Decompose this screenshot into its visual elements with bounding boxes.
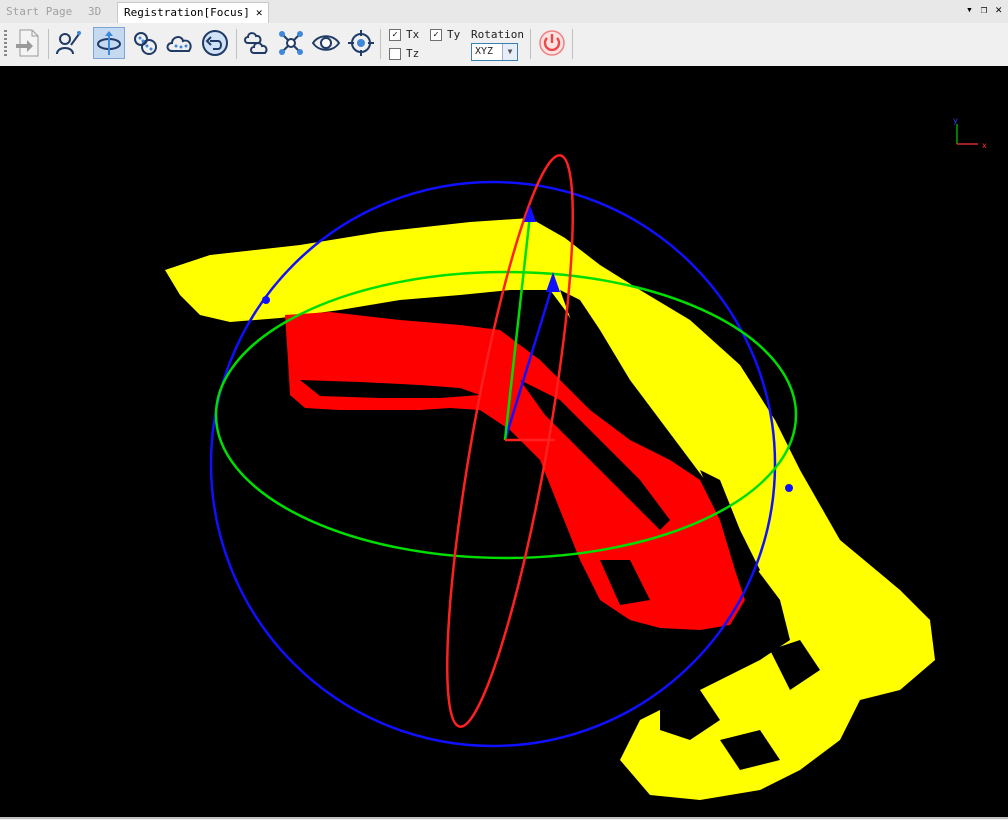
point-cloud-dots-button[interactable] (129, 27, 161, 59)
rotation-value: XYZ (475, 46, 494, 57)
tab-label: 3D (88, 5, 102, 18)
chevron-down-icon[interactable]: ▼ (502, 44, 517, 60)
nodes-icon (279, 31, 303, 55)
power-icon (539, 30, 565, 56)
gizmo-ring-handle[interactable] (262, 296, 270, 304)
document-tab-bar: Start Page 3D Registration[Focus] ✕ ▾ ❐ ✕ (0, 0, 1008, 24)
toolbar-separator (530, 29, 531, 59)
cloud-button[interactable] (164, 27, 196, 59)
toolbar-separator (380, 29, 381, 59)
dropdown-icon[interactable]: ▾ (966, 3, 973, 16)
tz-label: Tz (406, 47, 420, 60)
select-points-button[interactable] (52, 27, 84, 59)
toolbar-separator (48, 29, 49, 59)
undo-icon (202, 30, 228, 56)
toolbar-separator (572, 29, 573, 59)
tab-label: Registration[Focus] (124, 6, 250, 19)
tx-checkbox[interactable]: ✓ Tx (389, 28, 419, 41)
3d-viewport[interactable]: y x (0, 66, 1008, 817)
tab-registration[interactable]: Registration[Focus] ✕ (117, 2, 270, 23)
tab-start-page[interactable]: Start Page (0, 2, 78, 22)
tx-check-box[interactable]: ✓ (389, 28, 401, 41)
tz-checkbox[interactable]: Tz (389, 47, 419, 60)
ty-label: Ty (447, 28, 461, 41)
cloud-icon (166, 36, 192, 52)
axis-orientation-gizmo: y x (953, 116, 987, 150)
eye-icon (311, 35, 341, 51)
tz-check-box[interactable] (389, 47, 401, 60)
target-button[interactable] (345, 27, 377, 59)
point-cloud-scene[interactable]: y x (0, 66, 1008, 817)
tab-3d[interactable]: 3D (82, 2, 107, 22)
reference-point-cloud (165, 218, 935, 800)
close-tab-icon[interactable]: ✕ (256, 6, 263, 19)
toolbar-separator (236, 29, 237, 59)
axis-x-label: x (982, 141, 987, 150)
cloud-pair-button[interactable] (241, 27, 273, 59)
view-button[interactable] (310, 27, 342, 59)
rotation-label: Rotation (471, 28, 524, 41)
ty-checkbox[interactable]: ✓ Ty (430, 28, 460, 41)
import-button[interactable] (12, 27, 44, 59)
target-icon (348, 30, 374, 56)
import-icon (16, 29, 39, 57)
nodes-button[interactable] (275, 27, 307, 59)
tx-label: Tx (406, 28, 420, 41)
restore-icon[interactable]: ❐ (981, 3, 988, 16)
rotate-button[interactable] (93, 27, 125, 59)
toolbar-grip[interactable] (4, 30, 7, 58)
select-points-icon (56, 31, 81, 55)
window-controls: ▾ ❐ ✕ (958, 3, 1002, 16)
tab-label: Start Page (6, 5, 73, 18)
point-cloud-dots-icon (134, 32, 157, 55)
gizmo-ring-handle[interactable] (785, 484, 793, 492)
close-icon[interactable]: ✕ (995, 3, 1002, 16)
rotate-icon (97, 31, 121, 55)
undo-button[interactable] (199, 27, 231, 59)
ty-check-box[interactable]: ✓ (430, 28, 442, 41)
power-button[interactable] (536, 27, 568, 59)
axis-y-label: y (953, 116, 958, 125)
cloud-pair-icon (244, 32, 268, 54)
rotation-select[interactable]: XYZ ▼ (471, 43, 518, 61)
